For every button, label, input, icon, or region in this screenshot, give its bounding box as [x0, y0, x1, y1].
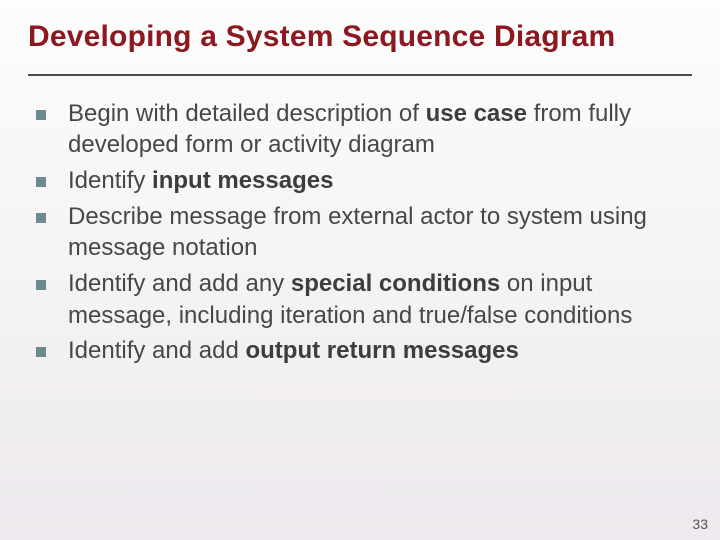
square-bullet-icon — [36, 177, 46, 187]
square-bullet-icon — [36, 110, 46, 120]
list-item: Describe message from external actor to … — [36, 201, 690, 264]
square-bullet-icon — [36, 280, 46, 290]
list-item: Begin with detailed description of use c… — [36, 98, 690, 161]
slide-body: Begin with detailed description of use c… — [28, 98, 692, 367]
list-item-text: Identify input messages — [68, 165, 690, 197]
text-pre: Identify and add any — [68, 270, 291, 297]
slide: Developing a System Sequence Diagram Beg… — [0, 0, 720, 367]
square-bullet-icon — [36, 213, 46, 223]
text-pre: Begin with detailed description of — [68, 100, 426, 127]
text-bold: output return messages — [245, 337, 518, 364]
slide-title: Developing a System Sequence Diagram — [28, 18, 692, 56]
text-bold: special conditions — [291, 270, 500, 297]
list-item-text: Identify and add output return messages — [68, 335, 690, 367]
text-bold: input messages — [152, 167, 333, 194]
list-item: Identify and add any special conditions … — [36, 268, 690, 331]
list-item: Identify and add output return messages — [36, 335, 690, 367]
square-bullet-icon — [36, 347, 46, 357]
text-pre: Describe message from external actor to … — [68, 203, 647, 262]
list-item-text: Describe message from external actor to … — [68, 201, 690, 264]
text-bold: use case — [426, 100, 527, 127]
divider — [28, 74, 692, 76]
list-item-text: Begin with detailed description of use c… — [68, 98, 690, 161]
page-number: 33 — [692, 516, 708, 532]
text-pre: Identify — [68, 167, 152, 194]
list-item-text: Identify and add any special conditions … — [68, 268, 690, 331]
list-item: Identify input messages — [36, 165, 690, 197]
text-pre: Identify and add — [68, 337, 245, 364]
